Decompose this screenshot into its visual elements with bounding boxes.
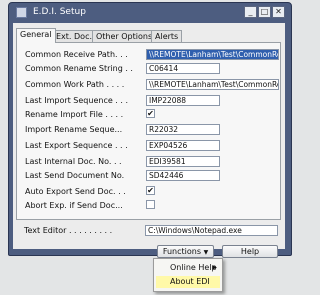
field-label: Import Rename Seque... [25, 125, 123, 134]
field-row: Last Internal Doc. No. . . EDI39581 [25, 156, 281, 167]
field-label: Common Receive Path. . . [25, 50, 128, 59]
auto-export-send-doc-checkbox[interactable]: ✔ [146, 186, 155, 195]
field-row: Rename Import File . . . . ✔ [25, 109, 281, 120]
last-export-sequence-input[interactable]: EXP04526 [146, 140, 220, 151]
field-row: Common Receive Path. . . \\REMOTE\Lanham… [25, 49, 281, 60]
field-label: Abort Exp. if Send Doc... [25, 201, 123, 210]
menu-item-label: About EDI [170, 277, 210, 286]
tab-other-options[interactable]: Other Options [92, 30, 157, 42]
submenu-arrow-icon: ▶ [212, 264, 217, 271]
edi-setup-window: E.D.I. Setup _ □ ✕ General Ext. Doc. Oth… [8, 2, 292, 256]
chevron-down-icon: ▼ [203, 249, 209, 256]
functions-menu: Online Help ▶ About EDI [153, 258, 223, 292]
field-label: Rename Import File . . . . [25, 110, 124, 119]
field-row: Text Editor . . . . . . . . . C:\Windows… [24, 225, 280, 236]
menu-item-online-help[interactable]: Online Help ▶ [156, 262, 220, 274]
common-work-path-input[interactable]: \\REMOTE\Lanham\Test\CommonRecei... [146, 79, 279, 90]
help-button[interactable]: Help [222, 245, 278, 258]
field-label: Last Export Sequence . . . [25, 141, 128, 150]
abort-exp-checkbox[interactable] [146, 200, 155, 209]
field-row: Last Send Document No. SD42446 [25, 170, 281, 181]
last-import-sequence-input[interactable]: IMP22088 [146, 95, 220, 106]
menu-item-label: Online Help [170, 263, 217, 272]
tab-general[interactable]: General [16, 28, 56, 43]
field-row: Auto Export Send Doc. . . ✔ [25, 186, 281, 197]
functions-label: Functions [162, 247, 202, 256]
field-label: Last Import Sequence . . . [25, 96, 129, 105]
last-send-document-no-input[interactable]: SD42446 [146, 170, 220, 181]
app-icon [16, 7, 27, 18]
functions-button[interactable]: Functions ▼ [157, 245, 214, 258]
field-label: Last Send Document No. [25, 171, 125, 180]
field-label: Auto Export Send Doc. . . [25, 187, 126, 196]
field-row: Last Export Sequence . . . EXP04526 [25, 140, 281, 151]
field-row: Common Rename String . . C06414 [25, 63, 281, 74]
field-label: Common Rename String . . [25, 64, 133, 73]
dialog-body: General Ext. Doc. Other Options Alerts C… [13, 23, 285, 249]
general-tab-panel: Common Receive Path. . . \\REMOTE\Lanham… [16, 42, 281, 220]
title-bar[interactable]: E.D.I. Setup _ □ ✕ [9, 3, 291, 23]
minimize-button[interactable]: _ [244, 6, 257, 18]
close-button[interactable]: ✕ [272, 6, 285, 18]
menu-item-about-edi[interactable]: About EDI [156, 276, 220, 288]
maximize-button[interactable]: □ [258, 6, 271, 18]
field-label: Last Internal Doc. No. . . [25, 157, 122, 166]
common-receive-path-input[interactable]: \\REMOTE\Lanham\Test\CommonReceive\ [146, 49, 279, 60]
field-row: Import Rename Seque... R22032 [25, 124, 281, 135]
field-row: Abort Exp. if Send Doc... [25, 200, 281, 211]
last-internal-doc-no-input[interactable]: EDI39581 [146, 156, 220, 167]
field-row: Last Import Sequence . . . IMP22088 [25, 95, 281, 106]
window-title: E.D.I. Setup [33, 7, 86, 17]
common-rename-string-input[interactable]: C06414 [146, 63, 220, 74]
text-editor-input[interactable]: C:\Windows\Notepad.exe [145, 225, 278, 236]
field-row: Common Work Path . . . . \\REMOTE\Lanham… [25, 79, 281, 90]
import-rename-sequence-input[interactable]: R22032 [146, 124, 220, 135]
field-label: Text Editor . . . . . . . . . [24, 226, 113, 235]
field-label: Common Work Path . . . . [25, 80, 125, 89]
tab-ext-doc[interactable]: Ext. Doc. [52, 30, 97, 42]
rename-import-file-checkbox[interactable]: ✔ [146, 109, 155, 118]
tab-alerts[interactable]: Alerts [151, 30, 183, 42]
